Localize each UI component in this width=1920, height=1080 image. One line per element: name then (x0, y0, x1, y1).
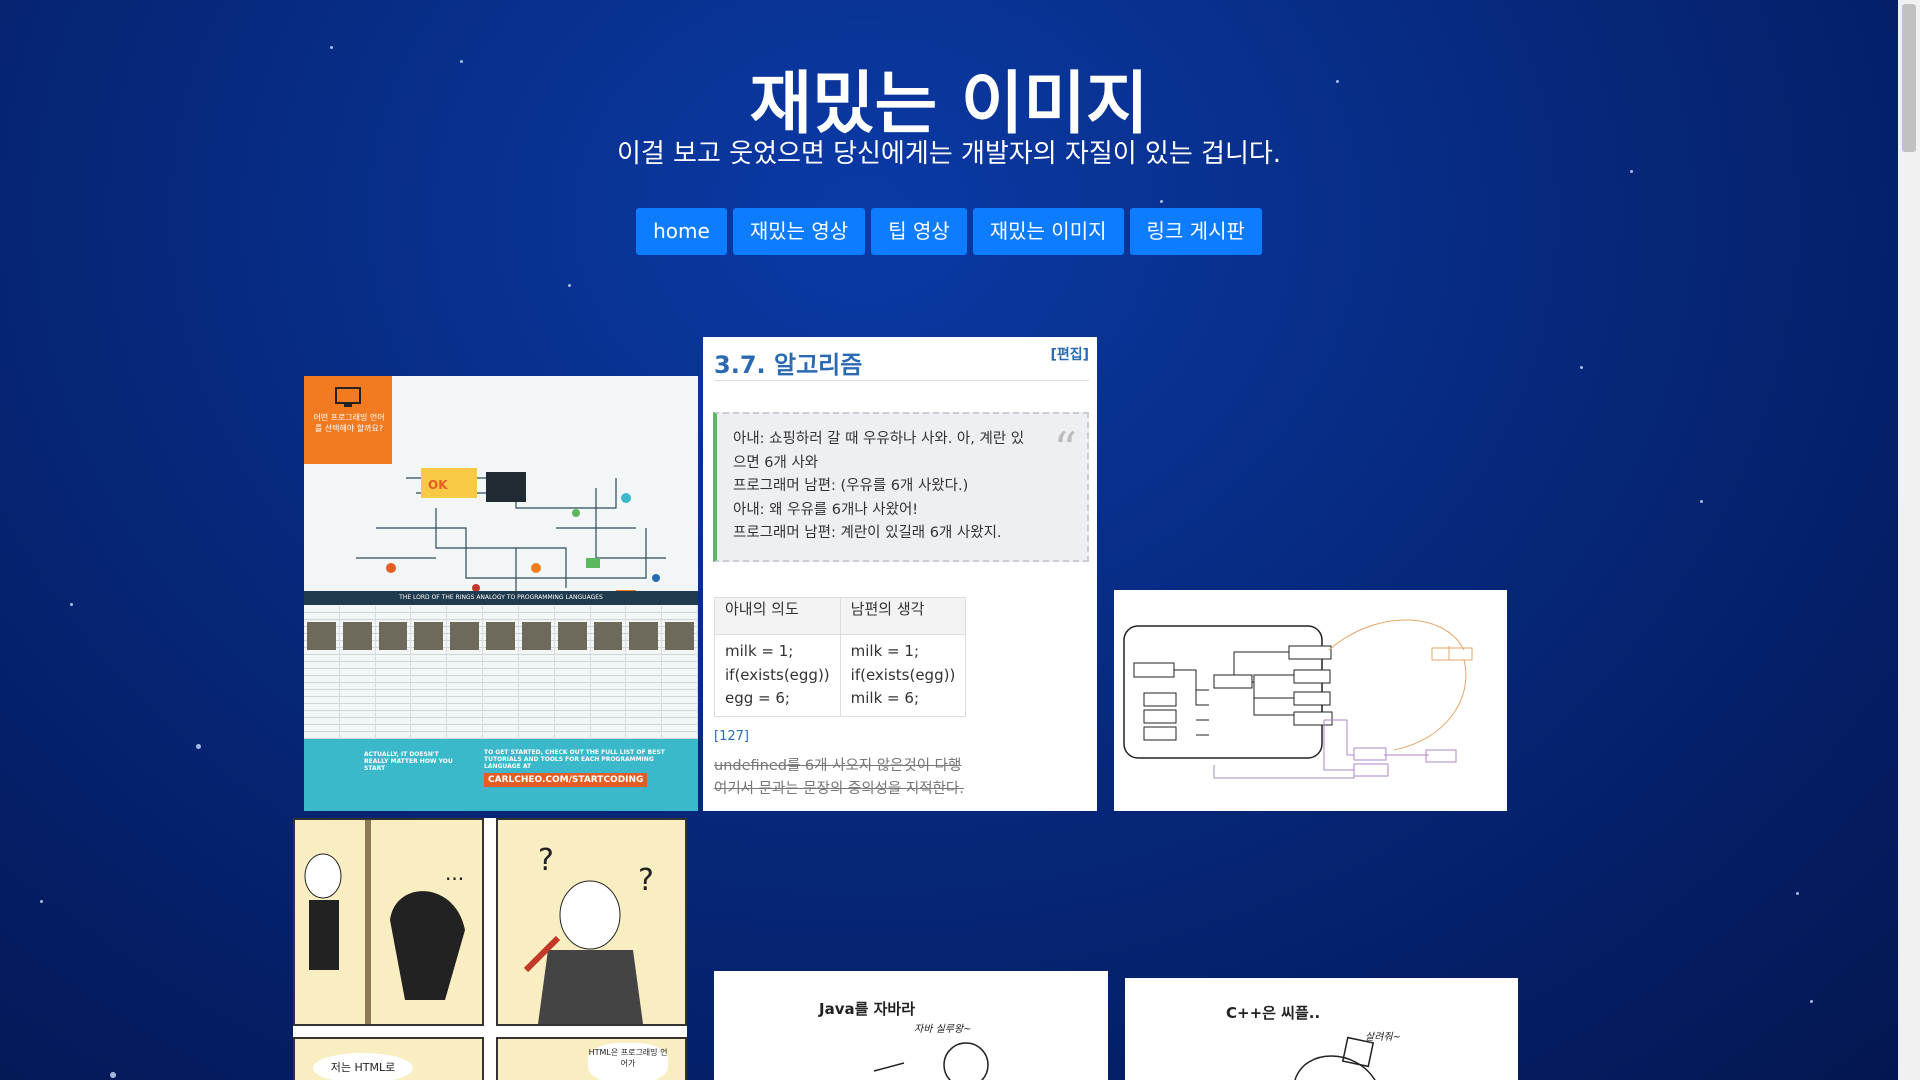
wife-code-cell: milk = 1; if(exists(egg)) egg = 6; (714, 634, 841, 717)
speech-bubble: 저는 HTML로 (313, 1053, 413, 1080)
strike-line: 여기서 문과는 문장의 중의성을 지적한다. (714, 781, 964, 797)
code-line: milk = 1; (725, 642, 794, 660)
programming-language-infographic[interactable]: 어떤 프로그래밍 언어를 선택해야 할까요? OK THE LORD OF TH… (304, 376, 698, 811)
cpp-joke-image[interactable]: C++은 씨플.. 살려줘~ (1125, 978, 1518, 1080)
infographic-heading: 어떤 프로그래밍 언어를 선택해야 할까요? (313, 413, 385, 433)
language-columns (304, 606, 698, 746)
page-subtitle: 이걸 보고 웃었으면 당신에게는 개발자의 자질이 있는 겁니다. (616, 139, 1282, 169)
quote-line: 아내: 쇼핑하러 갈 때 우유하나 사와. 아, 계란 있으면 6개 사와 (733, 431, 1025, 471)
mindmap-diagram-image[interactable] (1114, 590, 1507, 811)
strikethrough-text: undefined를 6개 사오지 않은것이 다행 여기서 문과는 문장의 중의… (714, 755, 964, 801)
quote-line: 프로그래머 남편: (우유를 6개 사왔다.) (733, 478, 969, 494)
divider (714, 380, 1089, 381)
main-nav: home 재밌는 영상 팁 영상 재밌는 이미지 링크 게시판 (0, 208, 1898, 255)
footer-left-text: ACTUALLY, IT DOESN'T REALLY MATTER HOW Y… (364, 751, 453, 772)
code-line: milk = 1; (850, 642, 919, 660)
horror-comic-image[interactable]: ... ? ? 저는 HTML로 HTML은 프로그래밍 언어가 (293, 818, 687, 1080)
table-header: 아내의 의도 (714, 597, 841, 635)
intent-table: 아내의 의도 남편의 생각 milk = 1; if(exists(egg)) … (714, 597, 967, 717)
code-line: egg = 6; (725, 689, 790, 707)
svg-text:?: ? (538, 843, 554, 878)
comic-figures: ... (304, 820, 465, 1024)
algorithm-heading: 3.7. 알고리즘 (714, 351, 863, 379)
scrollbar-thumb[interactable] (1902, 4, 1916, 152)
flowchart-graphic: OK (356, 468, 666, 600)
svg-text:OK: OK (428, 478, 448, 492)
nav-funny-images-button[interactable]: 재밌는 이미지 (972, 208, 1124, 255)
strike-line: undefined를 6개 사오지 않은것이 다행 (714, 758, 962, 774)
nav-link-board-button[interactable]: 링크 게시판 (1129, 208, 1262, 255)
svg-text:?: ? (638, 863, 654, 898)
monitor-icon (335, 387, 361, 407)
quote-icon: “ (1053, 422, 1077, 476)
joke-quote-box: “ 아내: 쇼핑하러 갈 때 우유하나 사와. 아, 계란 있으면 6개 사와 … (713, 412, 1089, 562)
page-scrollbar[interactable] (1898, 0, 1920, 1080)
footer-right-text: TO GET STARTED, CHECK OUT THE FULL LIST … (484, 749, 665, 770)
java-drawing (873, 1042, 989, 1080)
java-joke-image[interactable]: Java를 자바라 자바 실루왕~ (714, 971, 1108, 1080)
nav-funny-videos-button[interactable]: 재밌는 영상 (732, 208, 866, 255)
infographic-footer: ACTUALLY, IT DOESN'T REALLY MATTER HOW Y… (304, 739, 698, 811)
code-line: if(exists(egg)) (850, 665, 956, 684)
mindmap-graphic (1123, 619, 1473, 779)
speech-bubble: HTML은 프로그래밍 언어가 (588, 1043, 668, 1080)
nav-home-button[interactable]: home (636, 208, 727, 255)
comic-panel: ... (293, 818, 484, 1026)
comic-panel: ? ? (496, 818, 687, 1026)
comic-figures: ? ? (523, 843, 654, 1024)
table-header: 남편의 생각 (839, 597, 967, 635)
code-line: milk = 6; (850, 689, 919, 707)
husband-code-cell: milk = 1; if(exists(egg)) milk = 6; (839, 634, 967, 717)
infographic-header: 어떤 프로그래밍 언어를 선택해야 할까요? (304, 376, 392, 464)
footer-url: CARLCHEO.COM/STARTCODING (484, 773, 648, 787)
cpp-drawing (1294, 1036, 1376, 1080)
footnote-ref: [127] (714, 729, 749, 744)
quote-line: 아내: 왜 우유를 6개나 사왔어! (733, 501, 919, 518)
nav-tip-videos-button[interactable]: 팁 영상 (871, 208, 967, 255)
code-line: if(exists(egg)) (725, 665, 830, 684)
edit-link: [편집] (1050, 347, 1089, 363)
comic-panel: 저는 HTML로 (293, 1037, 484, 1080)
infographic-banner: THE LORD OF THE RINGS ANALOGY TO PROGRAM… (304, 591, 698, 605)
svg-text:...: ... (445, 861, 464, 885)
comic-panel: HTML은 프로그래밍 언어가 (496, 1037, 687, 1080)
algorithm-joke-image[interactable]: 3.7. 알고리즘 [편집] “ 아내: 쇼핑하러 갈 때 우유하나 사와. 아… (703, 337, 1097, 811)
quote-line: 프로그래머 남편: 계란이 있길래 6개 사왔지. (733, 525, 1002, 541)
